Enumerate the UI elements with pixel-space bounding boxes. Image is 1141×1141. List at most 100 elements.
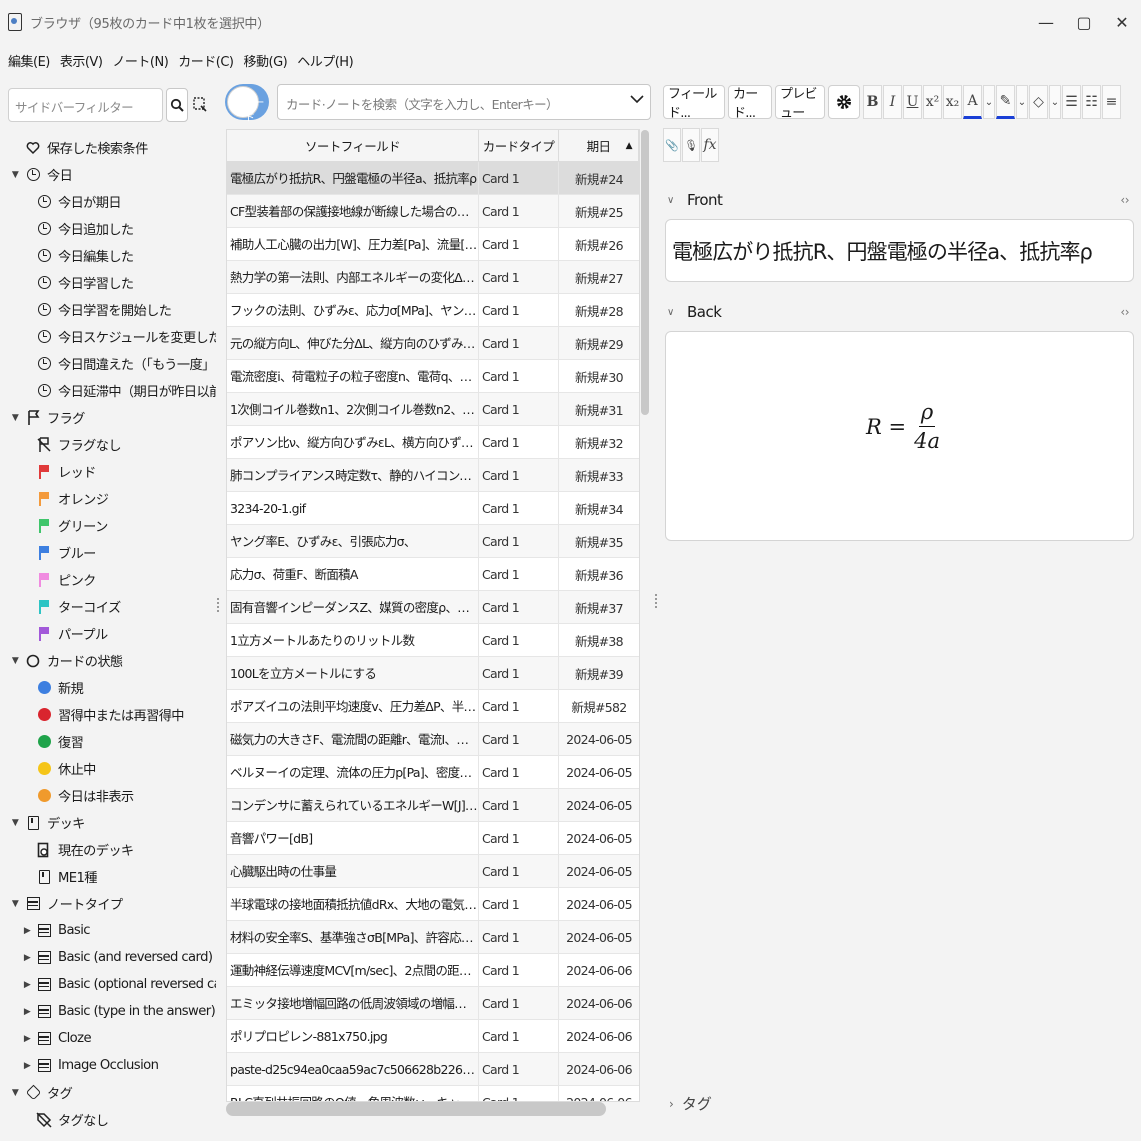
table-row[interactable]: paste-d25c94ea0caa59ac7c506628b226b777fd… — [227, 1053, 639, 1086]
table-row[interactable]: 1立方メートルあたりのリットル数 Card 1 新規#38 — [227, 624, 639, 657]
column-due[interactable]: 期日 ▲ — [559, 130, 639, 161]
table-row[interactable]: 3234-20-1.gif Card 1 新規#34 — [227, 492, 639, 525]
sidebar-item[interactable]: 今日は非表示 — [0, 782, 216, 809]
collapse-arrow-icon[interactable]: ▶ — [22, 980, 32, 990]
menu-note[interactable]: ノート(N) — [112, 51, 168, 70]
sidebar-item[interactable]: ▶ Basic (and reversed card) — [0, 944, 216, 971]
front-field-header[interactable]: ∨ Front ‹› — [667, 189, 1135, 211]
table-row[interactable]: 固有音響インピーダンスZ、媒質の密度ρ、音速C Card 1 新規#37 — [227, 591, 639, 624]
select-tool-button[interactable] — [191, 94, 209, 116]
table-row[interactable]: CF型装着部の保護接地線が断線した場合の合計患者漏れ電流Card 1 新規#25 — [227, 195, 639, 228]
align-button[interactable]: ≡ — [1102, 85, 1121, 119]
table-row[interactable]: 音響パワー[dB] Card 1 2024-06-05 — [227, 822, 639, 855]
expand-arrow-icon[interactable]: ▼ — [10, 656, 20, 666]
html-toggle-icon[interactable]: ‹› — [1120, 193, 1129, 207]
menu-help[interactable]: ヘルプ(H) — [297, 51, 353, 70]
table-row[interactable]: ポアソン比ν、縦方向ひずみεL、横方向ひずみεD Card 1 新規#32 — [227, 426, 639, 459]
sidebar-item[interactable]: 復習 — [0, 728, 216, 755]
sidebar-item[interactable]: ▶ Image Occlusion — [0, 1052, 216, 1079]
bullet-list-button[interactable]: ☰ — [1062, 85, 1081, 119]
table-row[interactable]: 磁気力の大きさF、電流間の距離r、電流I、長さL Card 1 2024-06-05 — [227, 723, 639, 756]
table-row[interactable]: ポリプロピレン-881x750.jpg Card 1 2024-06-06 — [227, 1020, 639, 1053]
sidebar-item[interactable]: ▼ デッキ — [0, 809, 216, 836]
scrollbar-thumb[interactable] — [641, 130, 649, 415]
eraser-dropdown[interactable]: ⌄ — [1049, 85, 1061, 119]
column-sort-field[interactable]: ソートフィールド — [227, 130, 479, 161]
highlight-dropdown[interactable]: ⌄ — [1016, 85, 1028, 119]
sidebar-item[interactable]: ピンク — [0, 566, 216, 593]
sidebar-item[interactable]: 今日学習した — [0, 269, 216, 296]
options-button[interactable] — [828, 85, 860, 119]
sidebar-item[interactable]: ▶ Cloze — [0, 1025, 216, 1052]
underline-button[interactable]: U — [903, 85, 922, 119]
maximize-button[interactable]: ▢ — [1065, 0, 1103, 44]
table-row[interactable]: 電極広がり抵抗R、円盤電極の半径a、抵抗率ρ Card 1 新規#24 — [227, 162, 639, 195]
table-row[interactable]: コンデンサに蓄えられているエネルギーW[J]、静電容量C[F]、電圧Card 1… — [227, 789, 639, 822]
sidebar-item[interactable]: ▶ Basic (optional reversed card) — [0, 971, 216, 998]
eraser-button[interactable]: ◇ — [1029, 85, 1048, 119]
sidebar-item[interactable]: 休止中 — [0, 755, 216, 782]
sidebar-item[interactable]: 今日延滞中（期日が昨日以前） — [0, 377, 216, 404]
sidebar-item[interactable]: ターコイズ — [0, 593, 216, 620]
sidebar-item[interactable]: タグなし — [0, 1106, 216, 1133]
sidebar-item[interactable]: フラグなし — [0, 431, 216, 458]
sidebar-item[interactable]: ▶ Basic — [0, 917, 216, 944]
highlight-button[interactable]: ✎ — [996, 85, 1015, 119]
sidebar-filter-input[interactable]: サイドバーフィルター — [8, 88, 163, 122]
record-audio-button[interactable]: 🎙 — [682, 128, 700, 162]
sidebar-item[interactable]: 今日追加した — [0, 215, 216, 242]
mathjax-button[interactable]: fx — [701, 128, 719, 162]
cards-button[interactable]: カード... — [728, 85, 772, 121]
sidebar-item[interactable]: ▼ カードの状態 — [0, 647, 216, 674]
expand-arrow-icon[interactable]: ▼ — [10, 170, 20, 180]
table-row[interactable]: 熱力学の第一法則、内部エネルギーの変化ΔU、気体がする仕事Card 1 新規#27 — [227, 261, 639, 294]
menu-go[interactable]: 移動(G) — [244, 51, 288, 70]
close-button[interactable]: ✕ — [1103, 0, 1141, 44]
sidebar-search-button[interactable] — [166, 88, 188, 122]
sidebar-item[interactable]: 今日学習を開始した — [0, 296, 216, 323]
minimize-button[interactable]: — — [1027, 0, 1065, 44]
table-row[interactable]: 1次側コイル巻数n1、2次側コイル巻数n2、1次側電圧v1、2次側電圧Card … — [227, 393, 639, 426]
table-row[interactable]: ヤング率E、ひずみε、引張応力σ、 Card 1 新規#35 — [227, 525, 639, 558]
sidebar-item[interactable]: ▼ ノートタイプ — [0, 890, 216, 917]
sidebar-item[interactable]: 今日編集した — [0, 242, 216, 269]
back-field-header[interactable]: ∨ Back ‹› — [667, 301, 1135, 323]
table-row[interactable]: 電流密度i、荷電粒子の粒子密度n、電荷q、荷電粒子の平均速度Card 1 新規#3… — [227, 360, 639, 393]
column-card-type[interactable]: カードタイプ — [479, 130, 559, 161]
sidebar-item[interactable]: ブルー — [0, 539, 216, 566]
sidebar-item[interactable]: ▼ 今日 — [0, 161, 216, 188]
table-row[interactable]: 補助人工心臓の出力[W]、圧力差[Pa]、流量[m^3/s] Card 1 新規#2… — [227, 228, 639, 261]
table-vertical-scrollbar[interactable] — [640, 130, 650, 415]
sidebar-item[interactable]: レッド — [0, 458, 216, 485]
table-row[interactable]: 心臓駆出時の仕事量 Card 1 2024-06-05 — [227, 855, 639, 888]
sidebar-item[interactable]: パープル — [0, 620, 216, 647]
search-history-dropdown[interactable] — [630, 93, 646, 107]
tags-section[interactable]: › タグ — [669, 1093, 712, 1114]
sidebar-item[interactable]: 今日間違えた（「もう一度」と回答した） — [0, 350, 216, 377]
splitter-handle-left[interactable] — [217, 598, 221, 612]
superscript-button[interactable]: x² — [923, 85, 942, 119]
sidebar-item[interactable]: 今日が期日 — [0, 188, 216, 215]
collapse-arrow-icon[interactable]: ▶ — [22, 1034, 32, 1044]
subscript-button[interactable]: x₂ — [943, 85, 962, 119]
html-toggle-icon[interactable]: ‹› — [1120, 305, 1129, 319]
table-row[interactable]: 応力σ、荷重F、断面積A Card 1 新規#36 — [227, 558, 639, 591]
cards-notes-toggle[interactable]: カード — [225, 84, 269, 124]
menu-card[interactable]: カード(C) — [178, 51, 234, 70]
collapse-arrow-icon[interactable]: ▶ — [22, 953, 32, 963]
fields-button[interactable]: フィールド... — [663, 85, 725, 121]
numbered-list-button[interactable]: ☷ — [1082, 85, 1101, 119]
table-row[interactable]: 運動神経伝導速度MCV[m/sec]、2点間の距離r、潜時差t2-t1Card … — [227, 954, 639, 987]
attach-button[interactable]: 📎 — [663, 128, 681, 162]
card-search-input[interactable]: カード·ノートを検索（文字を入力し、Enterキー） — [277, 84, 651, 120]
text-color-dropdown[interactable]: ⌄ — [983, 85, 995, 119]
sidebar-item[interactable]: 新規 — [0, 674, 216, 701]
table-row[interactable]: RLC直列共振回路のQ値、角周波数ω、キャパシタC、インダクタLCard 1 20… — [227, 1086, 639, 1101]
sidebar-item[interactable]: グリーン — [0, 512, 216, 539]
table-row[interactable]: 半球電球の接地面積抵抗値dRx、大地の電気抵抗率ρ、長さCard 1 2024-0… — [227, 888, 639, 921]
collapse-arrow-icon[interactable]: ▶ — [22, 1007, 32, 1017]
table-row[interactable]: フックの法則、ひずみε、応力σ[MPa]、ヤング率E[MPa]Card 1 新規#… — [227, 294, 639, 327]
sidebar-item[interactable]: 習得中または再習得中 — [0, 701, 216, 728]
preview-button[interactable]: プレビュー — [775, 85, 825, 121]
table-row[interactable]: 元の縦方向L、伸びた分ΔL、縦方向のひずみεL、元の横方向dCard 1 新規#2… — [227, 327, 639, 360]
